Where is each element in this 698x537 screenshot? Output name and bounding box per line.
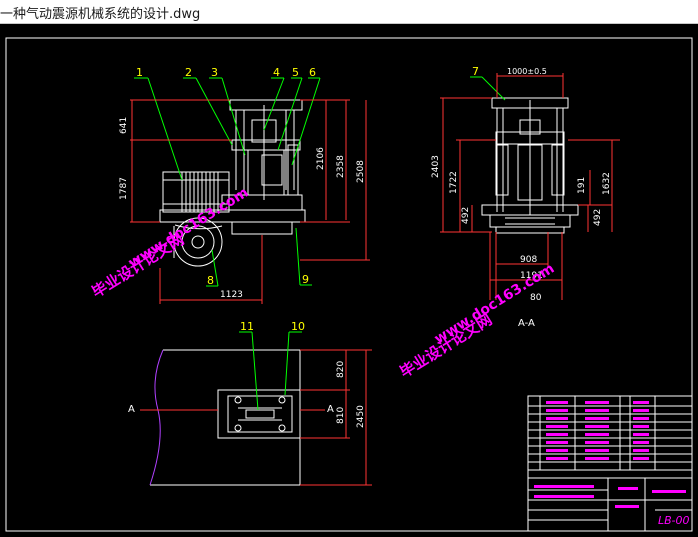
balloon-7: 7 (472, 65, 479, 78)
dim-492-left: 492 (461, 207, 471, 224)
plan-view-dim-text: 820 810 2450 (336, 361, 366, 428)
plan-outline (150, 349, 301, 486)
side-view-balloons: 7 (472, 65, 479, 78)
dim-820: 820 (336, 361, 346, 378)
dim-191: 191 (577, 177, 587, 194)
dim-2403: 2403 (431, 155, 441, 178)
dim-908: 908 (520, 255, 537, 265)
dim-1123: 1123 (220, 290, 243, 300)
dim-2450: 2450 (356, 405, 366, 428)
side-chassis (489, 214, 571, 228)
balloon-10: 10 (291, 320, 305, 333)
window-title: 一种气动震源机械系统的设计.dwg (0, 7, 201, 22)
dim-641: 641 (119, 117, 129, 134)
dim-810: 810 (336, 407, 346, 424)
balloon-11: 11 (240, 320, 254, 333)
watermarks: 毕业设计论文网 www.doc163.com 毕业设计论文网 www.doc16… (89, 185, 558, 382)
side-view-dim-text: 1000±0.5 2403 1722 191 1632 492 492 908 … (431, 67, 612, 303)
plan-view-leaders (239, 331, 302, 411)
balloon-5: 5 (292, 66, 299, 79)
dim-1722: 1722 (449, 171, 459, 194)
cut-marker-right: A (327, 404, 334, 415)
side-view-leaders (470, 76, 506, 101)
dim-1632: 1632 (602, 172, 612, 195)
plan-machine-body (217, 389, 301, 439)
dim-2106: 2106 (316, 147, 326, 170)
title-block (527, 395, 693, 532)
balloon-6: 6 (309, 66, 316, 79)
watermark-4: www.doc163.com (432, 261, 558, 348)
plan-view (149, 349, 301, 486)
balloon-8: 8 (207, 274, 214, 287)
cut-marker-left: A (128, 404, 135, 415)
dim-1000: 1000±0.5 (507, 67, 547, 76)
front-view-dim-text: 641 1787 2106 2358 2508 1123 (119, 117, 366, 300)
balloon-3: 3 (211, 66, 218, 79)
balloon-4: 4 (273, 66, 280, 79)
dim-2358: 2358 (336, 155, 346, 178)
section-label-a-a: A-A (518, 318, 535, 329)
plan-view-balloons: 11 10 (240, 320, 305, 333)
drawing-svg: 1 2 3 4 5 6 8 9 641 1787 2106 2358 2508 … (5, 37, 693, 532)
window-titlebar: 一种气动震源机械系统的设计.dwg (0, 0, 698, 24)
dim-80: 80 (530, 293, 542, 303)
balloon-2: 2 (185, 66, 192, 79)
cylinder-body (247, 149, 285, 196)
dim-2508: 2508 (356, 160, 366, 183)
drawing-number: LB-00 (658, 514, 689, 527)
balloon-1: 1 (136, 66, 143, 79)
balloon-9: 9 (302, 273, 309, 286)
dim-1787: 1787 (119, 177, 129, 200)
dim-492-right: 492 (593, 209, 603, 226)
cad-drawing-canvas[interactable]: 1 2 3 4 5 6 8 9 641 1787 2106 2358 2508 … (0, 24, 698, 533)
top-crossbeam (229, 99, 303, 111)
side-view (481, 97, 579, 234)
title-block-frame (527, 395, 693, 532)
